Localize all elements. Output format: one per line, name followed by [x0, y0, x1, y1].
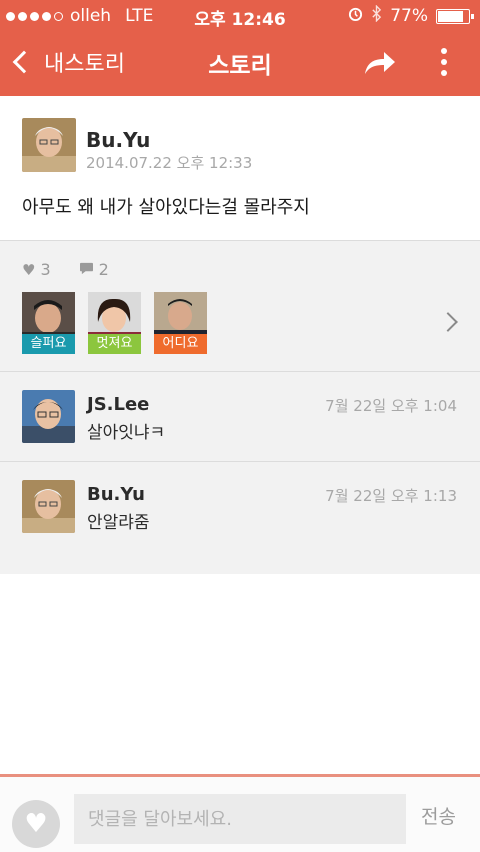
status-bar: olleh LTE 오후 12:46 77% [0, 0, 480, 32]
emotion-label: 슬퍼요 [22, 334, 75, 354]
like-button[interactable]: ♥ [12, 800, 60, 848]
heart-icon: ♥ [24, 809, 48, 839]
comment-bubble-icon [79, 261, 94, 279]
send-button[interactable]: 전송 [421, 802, 456, 829]
nav-bar: 내스토리 스토리 [0, 32, 480, 96]
battery-icon [436, 8, 474, 24]
comment-input-bar: ♥ 전송 [0, 774, 480, 852]
comment-count: 2 [98, 260, 109, 279]
comment-author[interactable]: Bu.Yu [87, 484, 145, 505]
like-count: 3 [40, 260, 51, 279]
reactions-and-comments: ♥ 3 2 슬퍼요 멋져요 어디요 JS.Lee 7월 22일 오후 1:04 … [0, 240, 480, 574]
emotion-list: 슬퍼요 멋져요 어디요 [22, 292, 220, 354]
bluetooth-icon [371, 4, 382, 27]
avatar[interactable] [22, 118, 76, 172]
divider [0, 371, 480, 372]
comment-text: 살아잇냐ㅋ [87, 423, 166, 443]
battery-level [438, 10, 463, 22]
divider [0, 461, 480, 462]
comment-input[interactable] [74, 794, 406, 844]
comment-author[interactable]: JS.Lee [87, 394, 149, 415]
chevron-right-icon[interactable] [438, 312, 458, 332]
post-text: 아무도 왜 내가 살아있다는걸 몰라주지 [22, 197, 310, 218]
avatar[interactable] [22, 390, 75, 443]
comment-text: 안알랴줌 [87, 513, 150, 533]
emotion-item[interactable]: 슬퍼요 [22, 292, 75, 354]
heart-icon: ♥ [22, 260, 36, 279]
more-icon[interactable] [432, 46, 456, 80]
emotion-item[interactable]: 어디요 [154, 292, 207, 354]
emotion-label: 멋져요 [88, 334, 141, 354]
status-right: 77% [340, 4, 474, 27]
emotion-label: 어디요 [154, 334, 207, 354]
battery-percent: 77% [390, 6, 428, 26]
header: olleh LTE 오후 12:46 77% 내스토리 스토리 [0, 0, 480, 96]
emotion-item[interactable]: 멋져요 [88, 292, 141, 354]
alarm-icon [348, 6, 363, 26]
comment-time: 7월 22일 오후 1:13 [325, 487, 457, 505]
counts: ♥ 3 2 [22, 260, 109, 279]
post-date: 2014.07.22 오후 12:33 [86, 154, 253, 172]
avatar[interactable] [22, 480, 75, 533]
post-author[interactable]: Bu.Yu [86, 128, 150, 152]
story-post: Bu.Yu 2014.07.22 오후 12:33 아무도 왜 내가 살아있다는… [0, 96, 480, 240]
comment-time: 7월 22일 오후 1:04 [325, 397, 457, 415]
share-icon[interactable] [362, 48, 398, 78]
page-title: 스토리 [208, 53, 272, 79]
